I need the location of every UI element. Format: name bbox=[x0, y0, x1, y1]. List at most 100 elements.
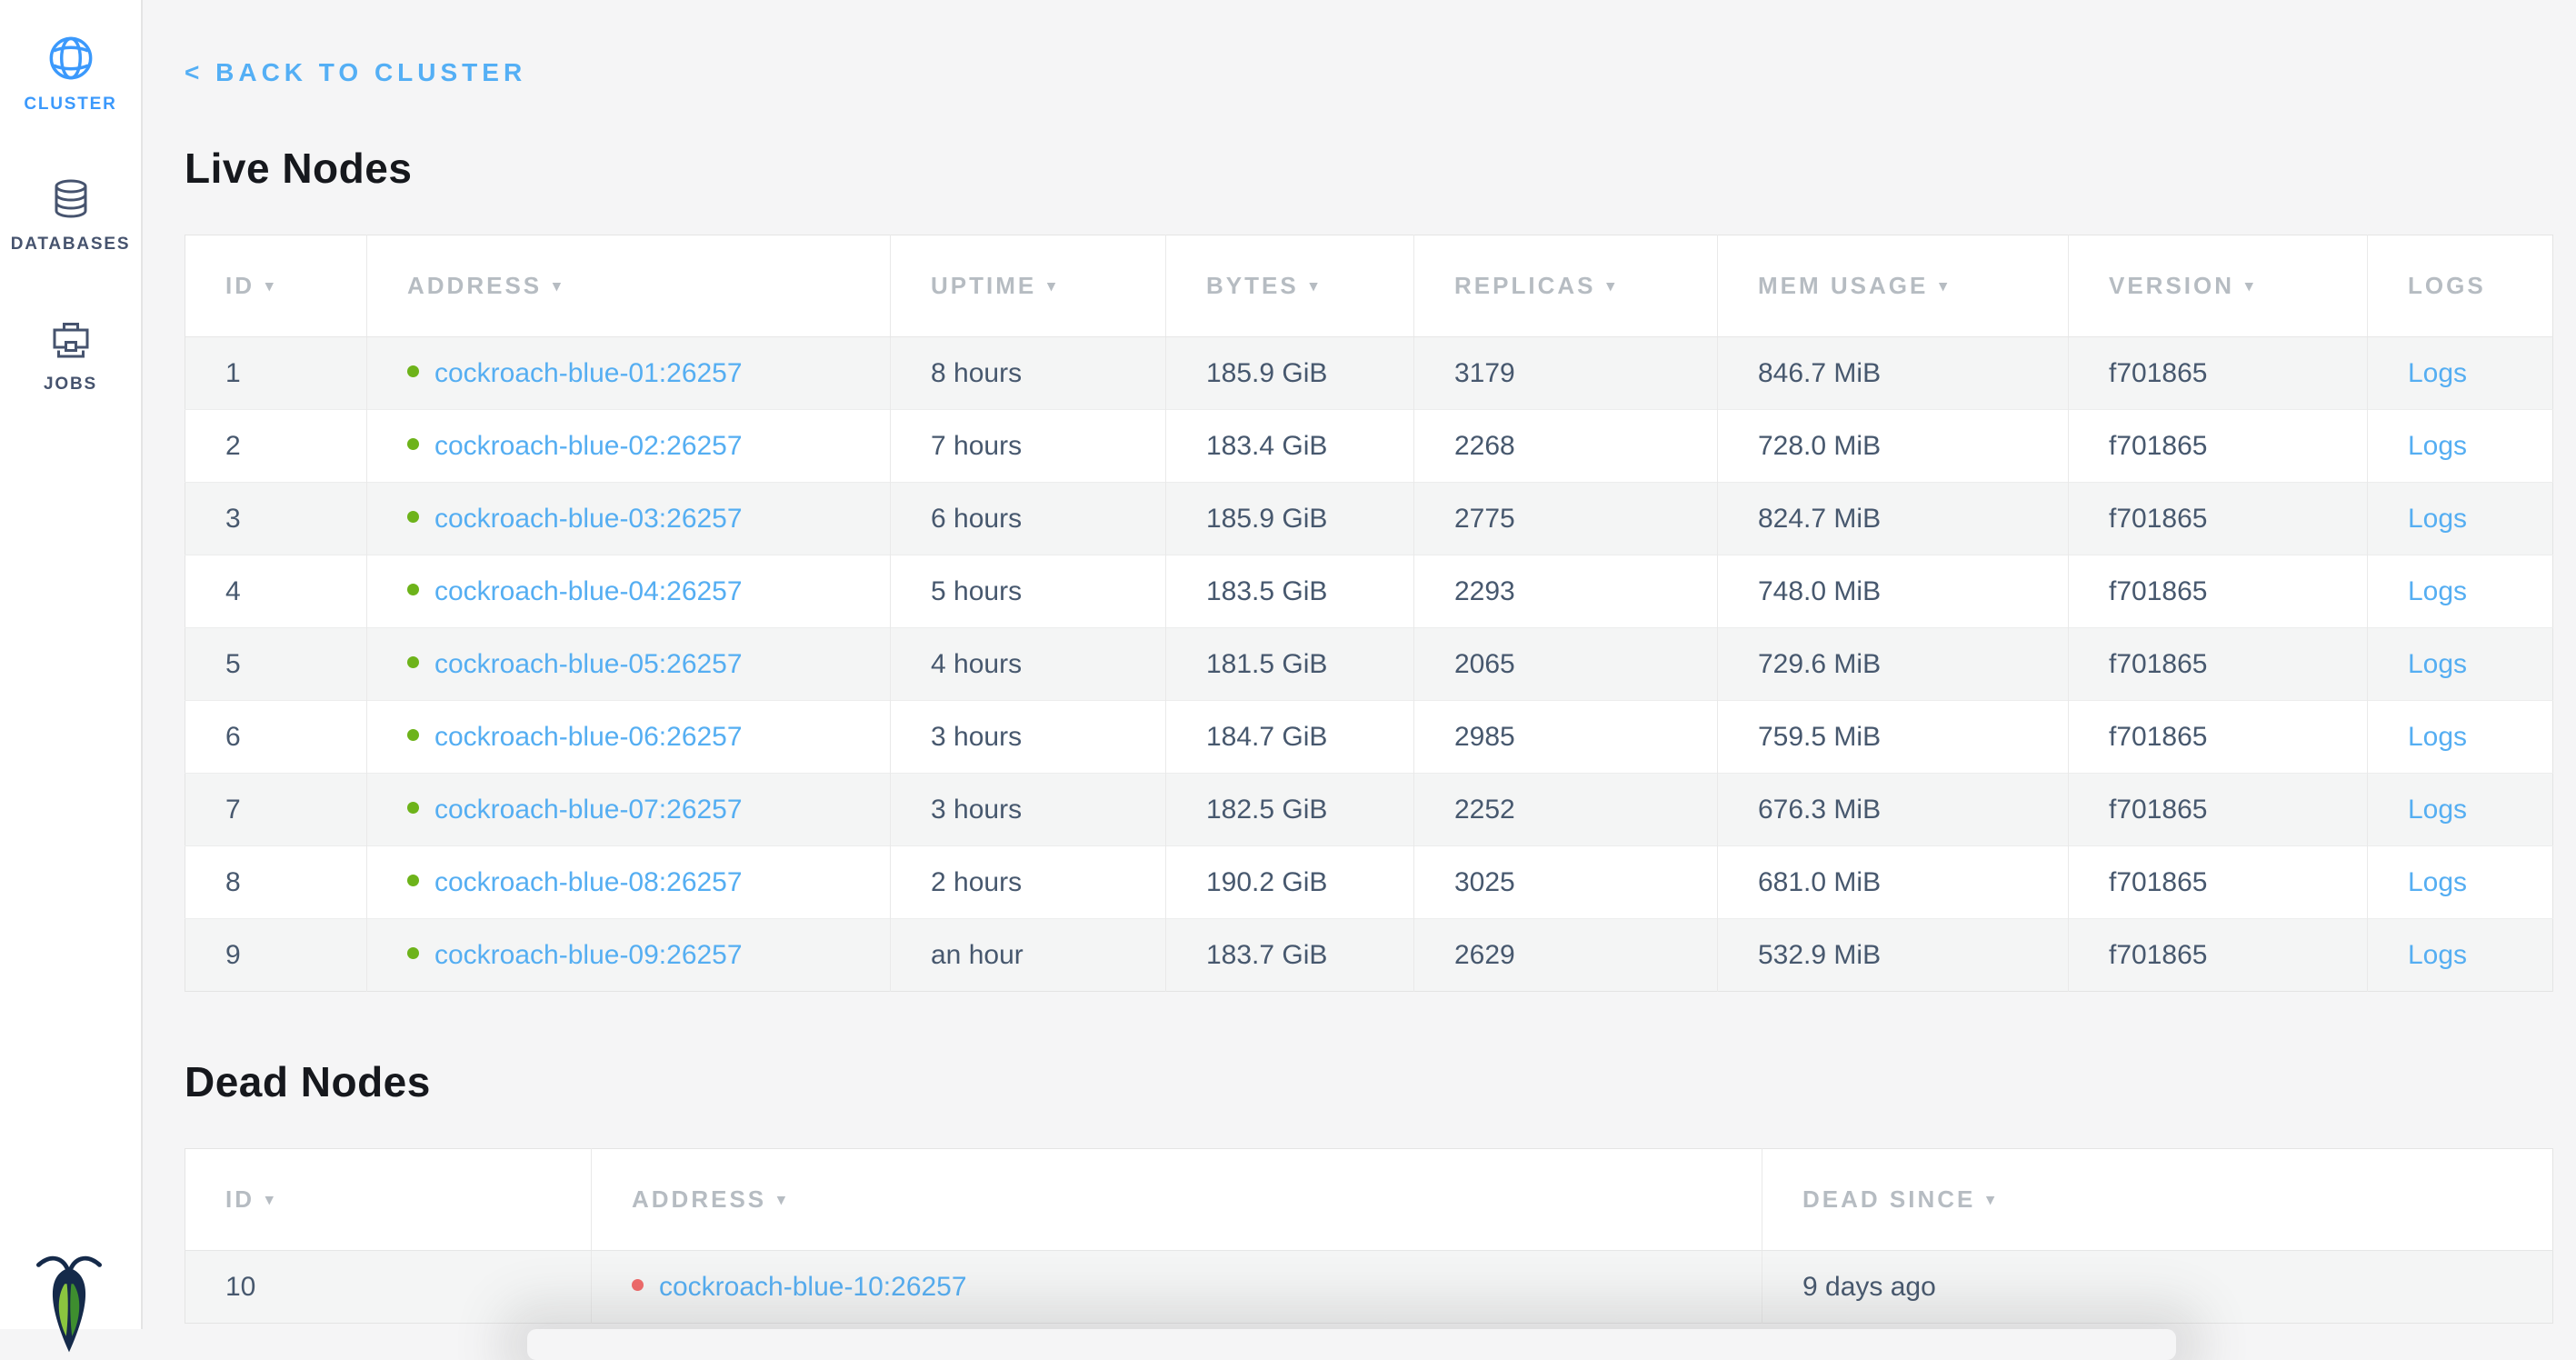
table-row: 1 cockroach-blue-01:26257 8 hours 185.9 … bbox=[185, 337, 2553, 410]
node-address-link[interactable]: cockroach-blue-02:26257 bbox=[434, 431, 743, 461]
node-replicas: 2775 bbox=[1414, 483, 1718, 555]
live-status-dot-icon bbox=[407, 584, 419, 595]
node-version: f701865 bbox=[2069, 846, 2368, 919]
node-address-link[interactable]: cockroach-blue-10:26257 bbox=[659, 1272, 967, 1302]
column-header-address[interactable]: ADDRESS▾ bbox=[367, 235, 891, 337]
node-bytes: 182.5 GiB bbox=[1166, 774, 1414, 846]
node-mem-usage: 846.7 MiB bbox=[1718, 337, 2069, 410]
node-address-cell: cockroach-blue-07:26257 bbox=[367, 774, 891, 846]
node-id: 9 bbox=[185, 919, 367, 992]
sidebar-item-label: CLUSTER bbox=[24, 95, 116, 115]
node-address-cell: cockroach-blue-05:26257 bbox=[367, 628, 891, 701]
sort-arrow-icon: ▾ bbox=[265, 1191, 276, 1208]
logs-link[interactable]: Logs bbox=[2408, 358, 2467, 388]
node-address-cell: cockroach-blue-08:26257 bbox=[367, 846, 891, 919]
node-logs-cell: Logs bbox=[2368, 337, 2553, 410]
logs-link[interactable]: Logs bbox=[2408, 576, 2467, 606]
node-version: f701865 bbox=[2069, 410, 2368, 483]
column-header-dead-since[interactable]: DEAD SINCE▾ bbox=[1762, 1149, 2553, 1251]
node-address-cell: cockroach-blue-09:26257 bbox=[367, 919, 891, 992]
node-mem-usage: 728.0 MiB bbox=[1718, 410, 2069, 483]
node-id: 7 bbox=[185, 774, 367, 846]
sort-arrow-icon: ▾ bbox=[265, 277, 276, 295]
node-address-cell: cockroach-blue-01:26257 bbox=[367, 337, 891, 410]
window-bottom-shadow bbox=[527, 1329, 2176, 1360]
node-logs-cell: Logs bbox=[2368, 410, 2553, 483]
node-address-cell: cockroach-blue-10:26257 bbox=[592, 1251, 1762, 1324]
node-logs-cell: Logs bbox=[2368, 774, 2553, 846]
column-header-uptime[interactable]: UPTIME▾ bbox=[891, 235, 1166, 337]
logs-link[interactable]: Logs bbox=[2408, 722, 2467, 752]
node-version: f701865 bbox=[2069, 919, 2368, 992]
node-uptime: 6 hours bbox=[891, 483, 1166, 555]
node-version: f701865 bbox=[2069, 701, 2368, 774]
node-replicas: 2252 bbox=[1414, 774, 1718, 846]
node-logs-cell: Logs bbox=[2368, 555, 2553, 628]
cockroach-logo-icon[interactable] bbox=[33, 1252, 105, 1358]
logs-link[interactable]: Logs bbox=[2408, 940, 2467, 970]
node-id: 3 bbox=[185, 483, 367, 555]
node-bytes: 183.7 GiB bbox=[1166, 919, 1414, 992]
node-replicas: 3025 bbox=[1414, 846, 1718, 919]
column-header-bytes[interactable]: BYTES▾ bbox=[1166, 235, 1414, 337]
sort-arrow-icon: ▾ bbox=[1606, 277, 1617, 295]
logs-link[interactable]: Logs bbox=[2408, 504, 2467, 534]
logs-link[interactable]: Logs bbox=[2408, 795, 2467, 825]
node-address-cell: cockroach-blue-06:26257 bbox=[367, 701, 891, 774]
sort-arrow-icon: ▾ bbox=[1939, 277, 1950, 295]
node-replicas: 3179 bbox=[1414, 337, 1718, 410]
node-replicas: 2985 bbox=[1414, 701, 1718, 774]
sort-arrow-icon: ▾ bbox=[1986, 1191, 1997, 1208]
dead-status-dot-icon bbox=[632, 1279, 644, 1291]
database-icon bbox=[49, 178, 93, 222]
back-to-cluster-link[interactable]: < BACK TO CLUSTER bbox=[185, 58, 526, 87]
node-address-link[interactable]: cockroach-blue-01:26257 bbox=[434, 358, 743, 388]
live-status-dot-icon bbox=[407, 875, 419, 886]
node-address-link[interactable]: cockroach-blue-05:26257 bbox=[434, 649, 743, 679]
node-uptime: 8 hours bbox=[891, 337, 1166, 410]
table-row: 5 cockroach-blue-05:26257 4 hours 181.5 … bbox=[185, 628, 2553, 701]
node-address-link[interactable]: cockroach-blue-09:26257 bbox=[434, 940, 743, 970]
node-address-link[interactable]: cockroach-blue-03:26257 bbox=[434, 504, 743, 534]
logs-link[interactable]: Logs bbox=[2408, 431, 2467, 461]
node-mem-usage: 748.0 MiB bbox=[1718, 555, 2069, 628]
sidebar: CLUSTER DATABASES JOBS bbox=[0, 0, 143, 1329]
node-bytes: 190.2 GiB bbox=[1166, 846, 1414, 919]
column-header-replicas[interactable]: REPLICAS▾ bbox=[1414, 235, 1718, 337]
live-nodes-title: Live Nodes bbox=[185, 144, 2552, 193]
sidebar-item-jobs[interactable]: JOBS bbox=[0, 318, 141, 395]
node-address-link[interactable]: cockroach-blue-04:26257 bbox=[434, 576, 743, 606]
column-header-mem-usage[interactable]: MEM USAGE▾ bbox=[1718, 235, 2069, 337]
sidebar-item-label: JOBS bbox=[44, 375, 97, 395]
briefcase-icon bbox=[49, 318, 93, 362]
table-row: 3 cockroach-blue-03:26257 6 hours 185.9 … bbox=[185, 483, 2553, 555]
node-uptime: 4 hours bbox=[891, 628, 1166, 701]
node-uptime: 3 hours bbox=[891, 774, 1166, 846]
column-header-address[interactable]: ADDRESS▾ bbox=[592, 1149, 1762, 1251]
table-row: 10 cockroach-blue-10:26257 9 days ago bbox=[185, 1251, 2553, 1324]
logs-link[interactable]: Logs bbox=[2408, 867, 2467, 897]
dead-nodes-table: ID▾ ADDRESS▾ DEAD SINCE▾ 10 cockroach-bl… bbox=[185, 1148, 2553, 1324]
sidebar-item-label: DATABASES bbox=[11, 235, 131, 255]
sort-arrow-icon: ▾ bbox=[1047, 277, 1058, 295]
node-version: f701865 bbox=[2069, 337, 2368, 410]
globe-icon bbox=[47, 35, 95, 82]
column-header-id[interactable]: ID▾ bbox=[185, 235, 367, 337]
sidebar-item-cluster[interactable]: CLUSTER bbox=[0, 35, 141, 115]
node-id: 5 bbox=[185, 628, 367, 701]
dead-nodes-header-row: ID▾ ADDRESS▾ DEAD SINCE▾ bbox=[185, 1149, 2553, 1251]
column-header-id[interactable]: ID▾ bbox=[185, 1149, 592, 1251]
node-version: f701865 bbox=[2069, 555, 2368, 628]
node-address-link[interactable]: cockroach-blue-06:26257 bbox=[434, 722, 743, 752]
node-address-link[interactable]: cockroach-blue-08:26257 bbox=[434, 867, 743, 897]
live-status-dot-icon bbox=[407, 511, 419, 523]
logs-link[interactable]: Logs bbox=[2408, 649, 2467, 679]
node-address-link[interactable]: cockroach-blue-07:26257 bbox=[434, 795, 743, 825]
node-replicas: 2268 bbox=[1414, 410, 1718, 483]
sidebar-item-databases[interactable]: DATABASES bbox=[0, 178, 141, 255]
node-version: f701865 bbox=[2069, 628, 2368, 701]
node-uptime: 3 hours bbox=[891, 701, 1166, 774]
node-uptime: an hour bbox=[891, 919, 1166, 992]
column-header-version[interactable]: VERSION▾ bbox=[2069, 235, 2368, 337]
table-row: 8 cockroach-blue-08:26257 2 hours 190.2 … bbox=[185, 846, 2553, 919]
